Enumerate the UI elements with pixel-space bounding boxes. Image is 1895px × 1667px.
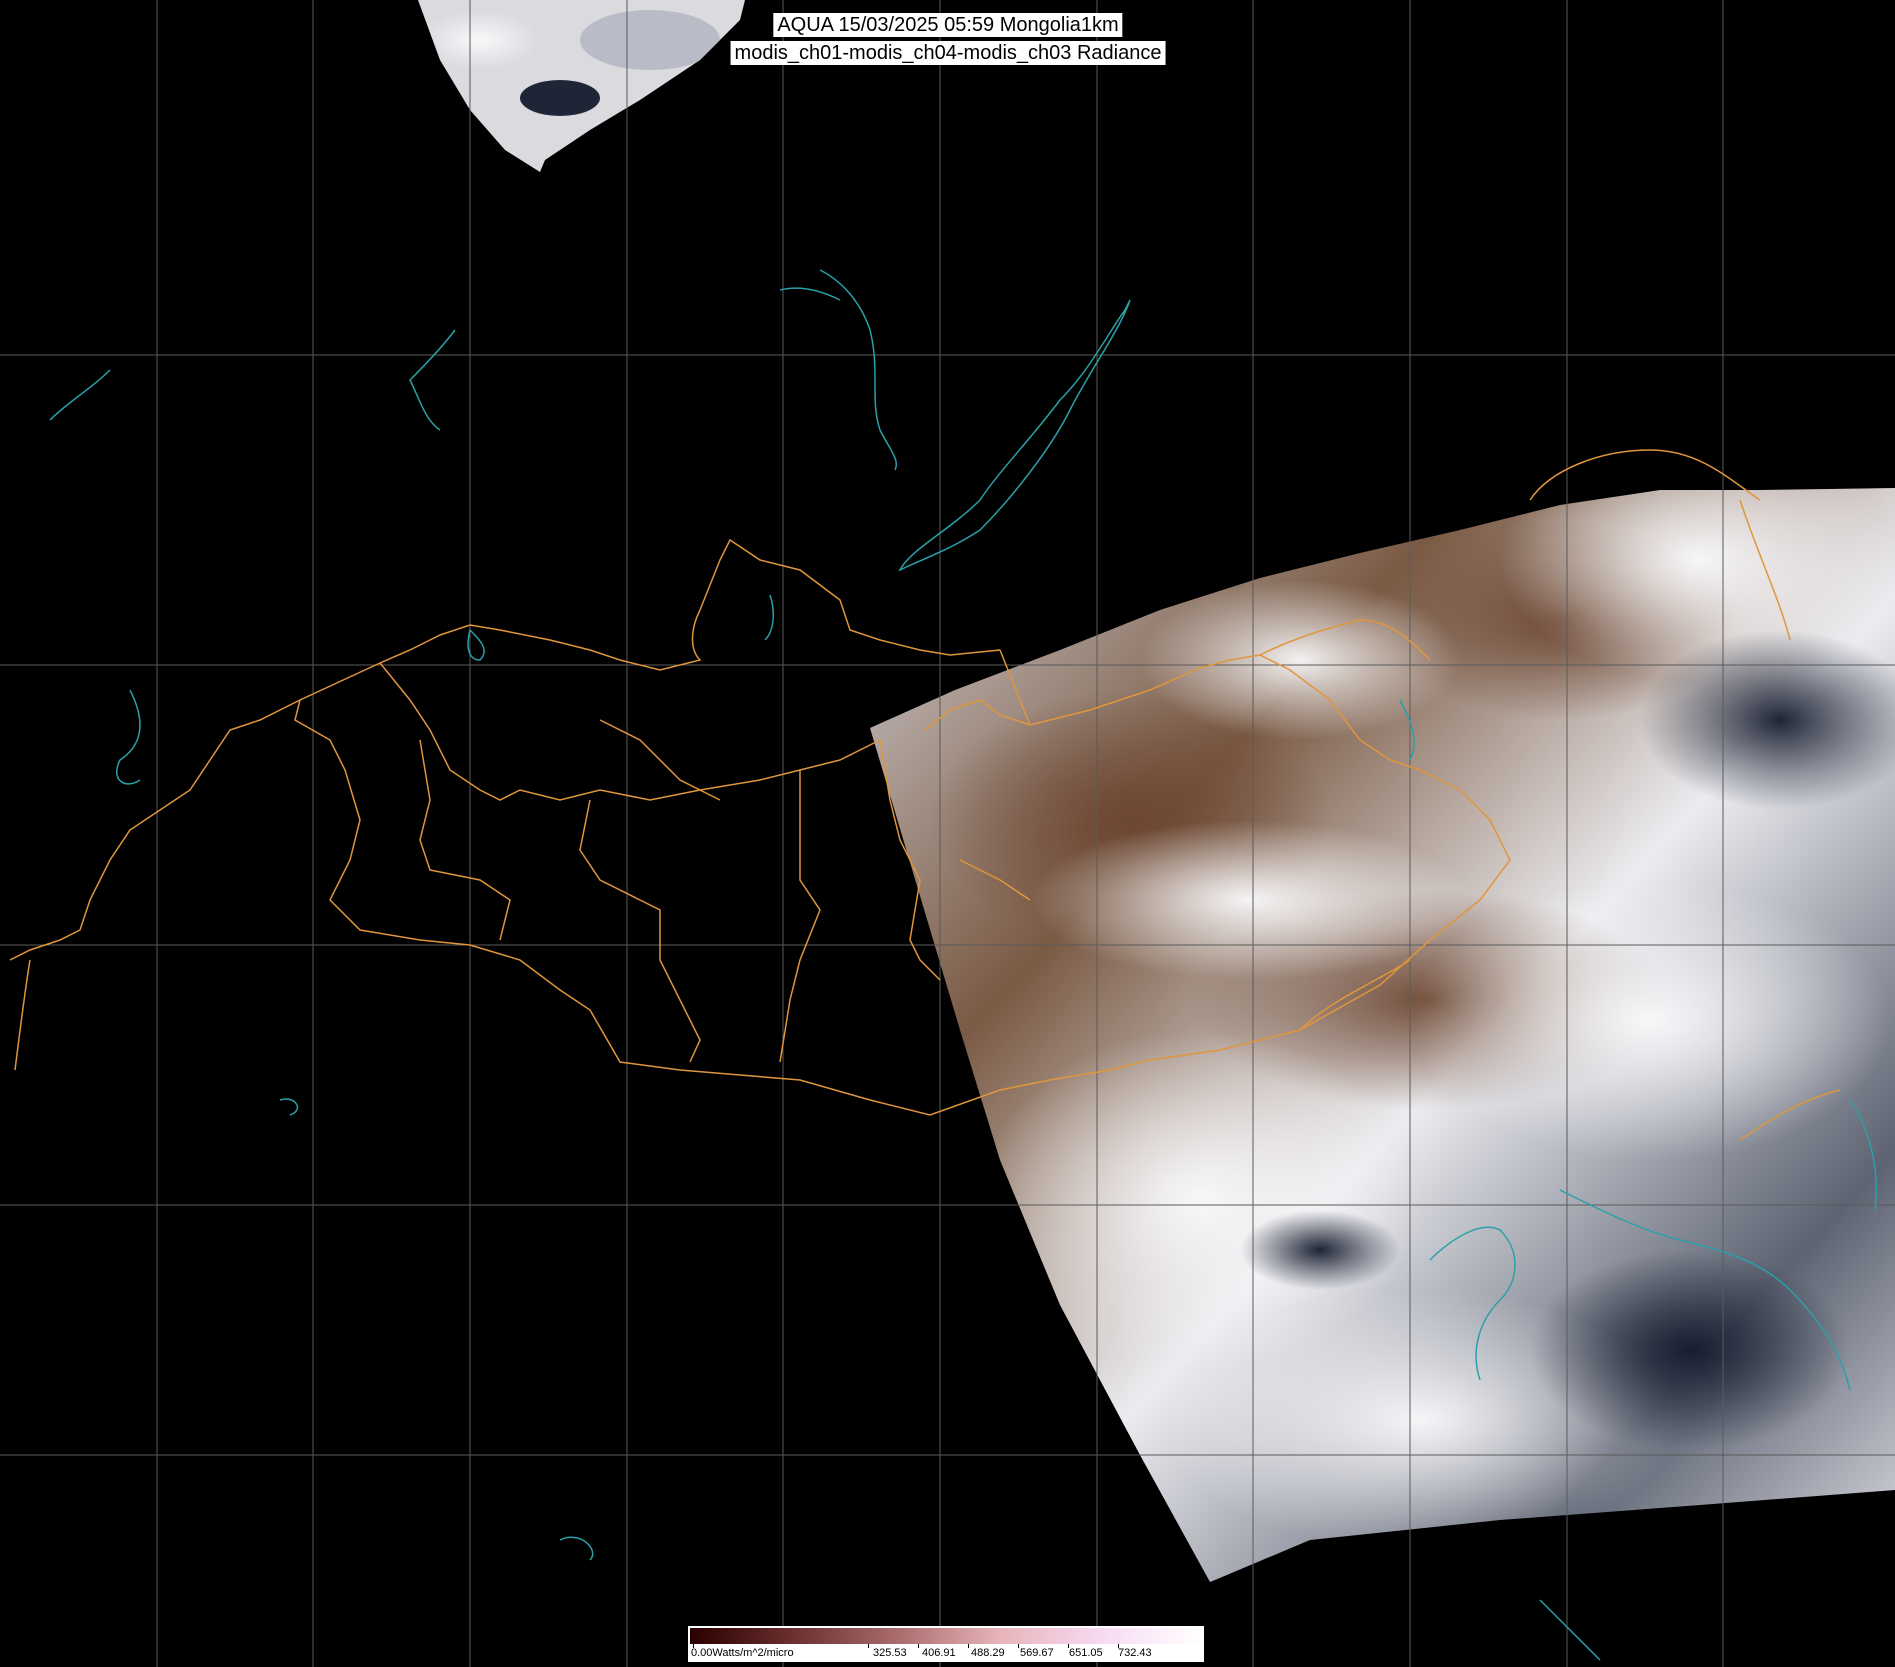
satellite-map [0,0,1895,1667]
colorbar-tick-label: 406.91 [922,1647,956,1659]
colorbar-unit-label: 0.00Watts/m^2/micro [691,1647,794,1659]
main-swath-image [870,488,1895,1582]
colorbar-tick-label: 325.53 [873,1647,907,1659]
colorbar-tick-label: 651.05 [1069,1647,1103,1659]
top-swath-image [418,0,745,172]
colorbar-tick [693,1644,694,1648]
title-line-2: modis_ch01-modis_ch04-modis_ch03 Radianc… [730,41,1166,65]
colorbar-tick [1018,1644,1019,1648]
colorbar-tick-label: 732.43 [1118,1647,1152,1659]
colorbar-gradient [690,1628,1202,1644]
colorbar-tick [918,1644,919,1648]
title-line-1: AQUA 15/03/2025 05:59 Mongolia1km [773,13,1123,37]
colorbar-tick [868,1644,869,1648]
colorbar-tick-label: 488.29 [971,1647,1005,1659]
colorbar: 0.00Watts/m^2/micro 325.53 406.91 488.29… [688,1626,1204,1662]
colorbar-tick [968,1644,969,1648]
colorbar-tick-label: 569.67 [1020,1647,1054,1659]
